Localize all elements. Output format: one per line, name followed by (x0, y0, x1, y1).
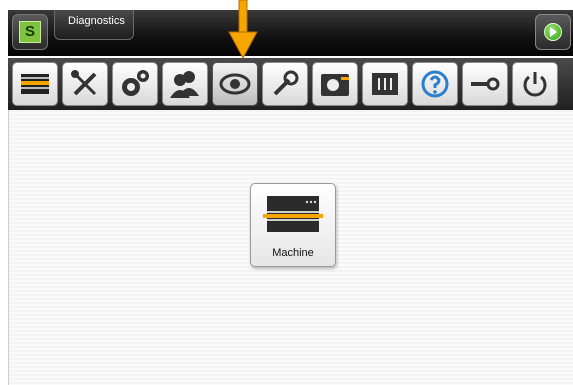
power-icon (523, 72, 547, 97)
next-button[interactable] (535, 14, 571, 50)
help-icon (421, 70, 449, 98)
login-button[interactable] (462, 62, 508, 106)
s-logo-icon: S (19, 21, 41, 43)
settings-button[interactable] (112, 62, 158, 106)
mixer-button[interactable] (362, 62, 408, 106)
machine-icon (263, 196, 323, 232)
diagnostics-button[interactable] (212, 62, 258, 106)
users-icon (170, 71, 199, 98)
gears-icon (122, 70, 149, 96)
page-title: Diagnostics (68, 15, 125, 27)
power-button[interactable] (512, 62, 558, 106)
production-button[interactable] (12, 62, 58, 106)
help-button[interactable] (412, 62, 458, 106)
machine-label: Machine (272, 247, 314, 259)
folder-camera-icon (321, 74, 349, 96)
eye-icon (219, 73, 251, 95)
main-toolbar (8, 58, 573, 110)
key-icon (471, 77, 500, 91)
tools-icon (71, 70, 97, 96)
service-button[interactable] (262, 62, 308, 106)
go-forward-icon (544, 23, 562, 41)
machine-button[interactable]: Machine (250, 183, 336, 267)
data-button[interactable] (312, 62, 358, 106)
header-bar: S Diagnostics (8, 10, 573, 56)
wrench-icon (273, 70, 299, 96)
app-logo-button[interactable]: S (12, 14, 48, 50)
down-arrow-icon (228, 0, 258, 60)
mixer-icon (372, 73, 398, 95)
production-icon (21, 74, 49, 94)
tools-button[interactable] (62, 62, 108, 106)
users-button[interactable] (162, 62, 208, 106)
